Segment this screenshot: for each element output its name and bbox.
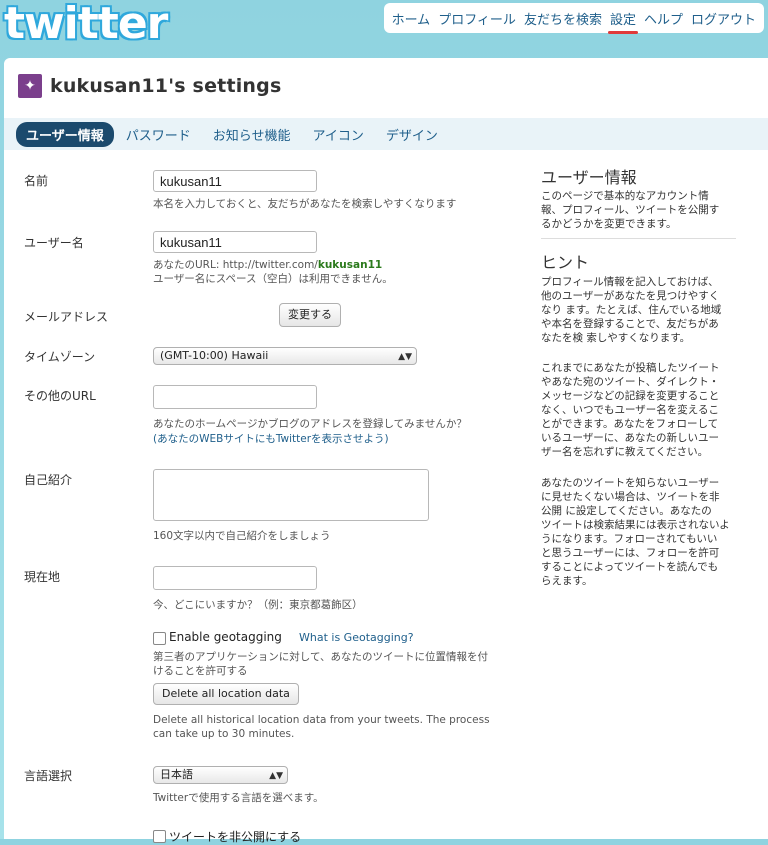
url-link[interactable]: (あなたのWEBサイトにもTwitterを表示させよう) — [153, 431, 389, 446]
sidebar-line: このページで基本的なアカウント情 — [541, 190, 709, 202]
change-email-button[interactable]: 変更する — [279, 303, 341, 327]
sidebar-line: うになります。フォローされてもいい — [541, 533, 718, 545]
sidebar-line: 他のユーザーがあなたを見つけやすく — [541, 290, 720, 302]
avatar: ✦ — [18, 74, 42, 98]
geotag-checkbox[interactable] — [153, 632, 166, 645]
nav-settings[interactable]: 設定 — [607, 9, 638, 34]
sidebar-heading-tips: ヒント — [541, 253, 590, 272]
sidebar-tips-text-2: これまでにあなたが投稿したツイート やあなた宛のツイート、ダイレクト・ メッセー… — [541, 361, 736, 459]
sidebar-line: るかどうかを変更できます。 — [541, 218, 677, 230]
geotag-label: Enable geotagging — [169, 630, 282, 644]
sidebar-divider — [541, 238, 736, 239]
bio-textarea[interactable] — [153, 469, 429, 521]
nav-help[interactable]: ヘルプ — [644, 9, 683, 28]
tab-design[interactable]: デザイン — [376, 122, 448, 147]
username-url-prefix: あなたのURL: http://twitter.com/ — [153, 259, 318, 271]
nav-find-friends[interactable]: 友だちを検索 — [524, 9, 602, 28]
username-hint: あなたのURL: http://twitter.com/kukusan11 — [153, 258, 382, 272]
url-input[interactable] — [153, 385, 317, 409]
twitter-logo[interactable]: twitter — [4, 2, 168, 46]
bird-icon: ✦ — [24, 78, 36, 94]
sidebar-account-text: このページで基本的なアカウント情 報、プロフィール、ツイートを公開す るかどうか… — [541, 189, 736, 231]
sidebar-line: することによってツイートを読んでも — [541, 561, 719, 573]
tab-notices[interactable]: お知らせ機能 — [203, 122, 301, 147]
language-select[interactable]: 日本語 ▲▼ — [153, 766, 288, 784]
sidebar-line: らえます。 — [541, 575, 593, 587]
private-checkbox[interactable] — [153, 830, 166, 843]
sidebar-tips-text-3: あなたのツイートを知らないユーザー に見せたくない場合は、ツイートを非 公開 に… — [541, 476, 736, 588]
url-label: その他のURL — [24, 389, 96, 403]
sidebar-line: 報、プロフィール、ツイートを公開す — [541, 204, 720, 216]
sidebar-line: なたを検 索しやすくなります。 — [541, 332, 691, 344]
delete-location-hint-1: Delete all historical location data from… — [153, 714, 490, 726]
sidebar-heading-account: ユーザー情報 — [541, 168, 637, 187]
sidebar-line: なく、いつでもユーザー名を変えるこ — [541, 404, 719, 416]
settings-panel: ✦ kukusan11's settings ユーザー情報 パスワード お知らせ… — [4, 58, 768, 844]
nav-home[interactable]: ホーム — [392, 9, 431, 28]
sidebar-line: と思うユーザーには、フォローを許可 — [541, 547, 720, 559]
location-hint: 今、どこにいますか？（例：東京都葛飾区） — [153, 599, 363, 611]
settings-tabs: ユーザー情報 パスワード お知らせ機能 アイコン デザイン — [4, 118, 768, 150]
sidebar-line: メッセージなどの記録を変更すること — [541, 390, 720, 402]
tab-picture[interactable]: アイコン — [303, 122, 374, 147]
sidebar-line: やあなた宛のツイート、ダイレクト・ — [541, 376, 720, 388]
updown-arrow-icon: ▲▼ — [269, 771, 283, 781]
sidebar-tips-text-1: プロフィール情報を記入しておけば、 他のユーザーがあなたを見つけやすく なり ま… — [541, 275, 736, 345]
language-label: 言語選択 — [24, 769, 73, 783]
sidebar-line: や本名を登録することで、友だちがあ — [541, 318, 719, 330]
sidebar-line: いるユーザーに、あなたの新しいユー — [541, 432, 719, 444]
name-label: 名前 — [24, 174, 49, 188]
bio-hint: 160文字以内で自己紹介をしましょう — [153, 530, 331, 542]
nav-profile[interactable]: プロフィール — [438, 9, 516, 28]
sidebar-line: なり ます。たとえば、住んでいる地域 — [541, 304, 722, 316]
timezone-label: タイムゾーン — [24, 350, 96, 364]
geotag-hint-2: けることを許可する — [153, 665, 248, 677]
private-label: ツイートを非公開にする — [169, 830, 302, 844]
sidebar-line: ザー名を忘れずに教えてください。 — [541, 446, 709, 458]
delete-location-button[interactable]: Delete all location data — [153, 683, 299, 705]
sidebar-line: に見せたくない場合は、ツイートを非 — [541, 491, 720, 503]
timezone-select[interactable]: (GMT-10:00) Hawaii ▲▼ — [153, 347, 417, 365]
delete-location-hint-2: can take up to 30 minutes. — [153, 728, 295, 740]
sidebar-line: これまでにあなたが投稿したツイート — [541, 362, 720, 374]
language-value: 日本語 — [160, 768, 193, 781]
bio-label: 自己紹介 — [24, 473, 73, 487]
updown-arrow-icon: ▲▼ — [398, 352, 412, 362]
sidebar-line: あなたのツイートを知らないユーザー — [541, 477, 720, 489]
sidebar-line: プロフィール情報を記入しておけば、 — [541, 276, 719, 288]
name-hint: 本名を入力しておくと、友だちがあなたを検索しやすくなります — [153, 198, 457, 210]
name-input[interactable] — [153, 170, 317, 192]
username-input[interactable] — [153, 231, 317, 253]
geotag-help-link[interactable]: What is Geotagging? — [299, 631, 414, 644]
url-hint: あなたのホームページかブログのアドレスを登録してみませんか？ — [153, 418, 467, 430]
tab-password[interactable]: パスワード — [116, 122, 201, 147]
top-navigation: ホーム プロフィール 友だちを検索 設定 ヘルプ ログアウト — [383, 3, 764, 34]
username-url-user: kukusan11 — [317, 259, 383, 271]
sidebar-line: 公開 に設定してください。あなたの — [541, 505, 712, 517]
location-label: 現在地 — [24, 570, 61, 584]
title-row: ✦ kukusan11's settings — [18, 74, 281, 98]
page-title: kukusan11's settings — [50, 75, 282, 97]
timezone-value: (GMT-10:00) Hawaii — [160, 349, 269, 362]
geotag-hint-1: 第三者のアプリケーションに対して、あなたのツイートに位置情報を付 — [153, 651, 488, 663]
nav-logout[interactable]: ログアウト — [691, 9, 756, 28]
username-label: ユーザー名 — [24, 236, 84, 250]
language-hint: Twitterで使用する言語を選べます。 — [153, 792, 324, 804]
location-input[interactable] — [153, 566, 317, 590]
sidebar-line: ツイートは検索結果には表示されないよ — [541, 519, 730, 531]
username-hint-2: ユーザー名にスペース（空白）は利用できません。 — [153, 273, 393, 285]
email-label: メールアドレス — [24, 310, 109, 324]
sidebar-line: とができます。あなたをフォローして — [541, 418, 719, 430]
tab-account[interactable]: ユーザー情報 — [16, 121, 114, 147]
